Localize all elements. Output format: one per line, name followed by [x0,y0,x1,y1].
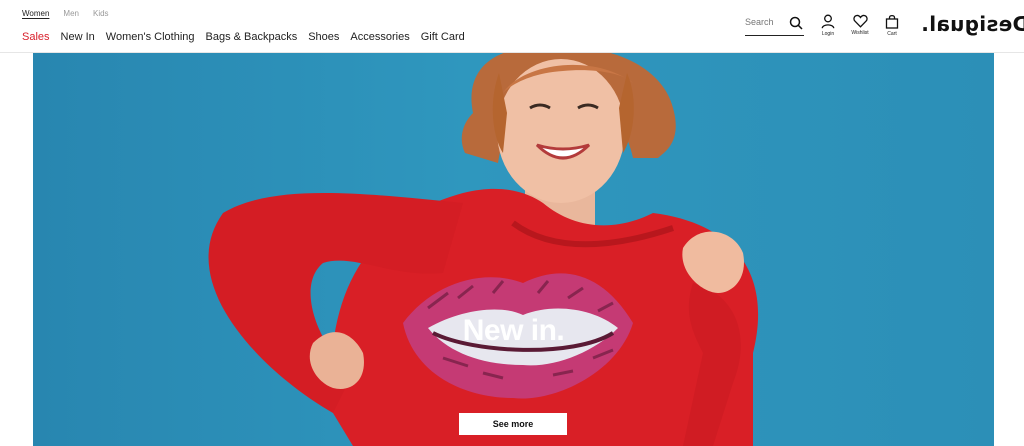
search-icon[interactable] [789,16,803,35]
cart-label: Cart [887,31,897,37]
wishlist-button[interactable]: Wishlist [847,14,873,36]
hero-image [208,53,759,446]
nav-new-in[interactable]: New In [61,31,95,43]
search-input[interactable] [745,17,787,27]
nav-shoes[interactable]: Shoes [308,31,339,43]
heart-icon [852,14,868,28]
brand-logo[interactable]: Desigual. [921,12,1024,36]
login-button[interactable]: Login [815,14,841,37]
gender-tabs: Women Men Kids [22,9,109,18]
hero-banner[interactable] [33,53,994,446]
tab-women[interactable]: Women [22,9,49,18]
search-box [745,15,804,36]
hero-title: New in. [462,314,565,347]
nav-bags-backpacks[interactable]: Bags & Backpacks [206,31,298,43]
bag-icon [885,14,899,29]
tab-men[interactable]: Men [63,9,79,18]
wishlist-label: Wishlist [851,30,869,36]
site-header: Women Men Kids Sales New In Women's Clot… [0,0,1024,53]
login-label: Login [821,31,835,37]
see-more-button[interactable]: See more [459,413,567,435]
cart-button[interactable]: Cart [879,14,905,37]
nav-accessories[interactable]: Accessories [350,31,409,43]
nav-gift-card[interactable]: Gift Card [421,31,465,43]
tab-kids[interactable]: Kids [93,9,109,18]
nav-sales[interactable]: Sales [22,31,50,43]
nav-womens-clothing[interactable]: Women's Clothing [106,31,195,43]
main-nav: Sales New In Women's Clothing Bags & Bac… [22,31,465,43]
user-icon [821,14,835,29]
